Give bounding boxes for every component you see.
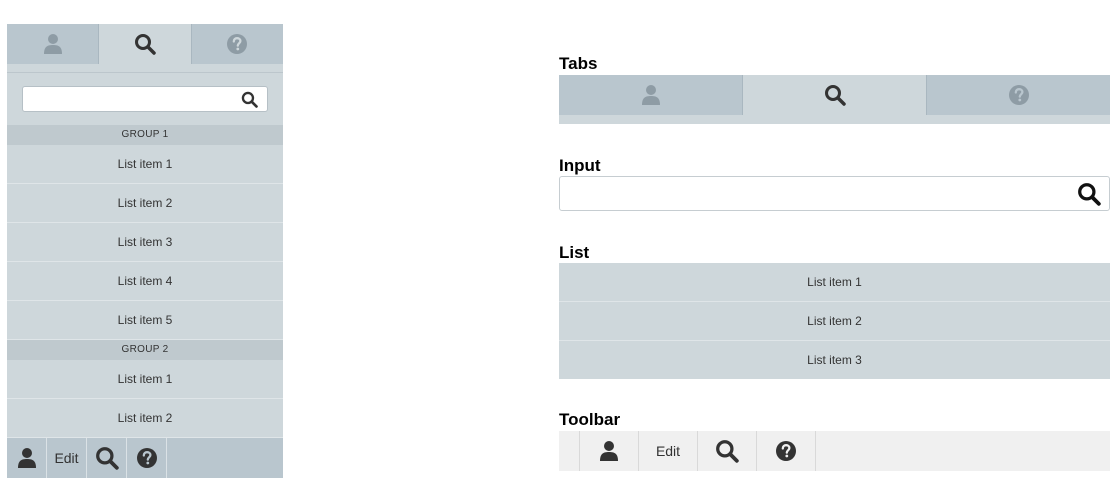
tabs-demo bbox=[559, 75, 1110, 124]
list-demo: List item 1 List item 2 List item 3 bbox=[559, 263, 1110, 379]
tab-user[interactable] bbox=[7, 24, 100, 64]
help-icon bbox=[136, 447, 158, 469]
tab-underline bbox=[7, 64, 283, 73]
input-demo bbox=[559, 176, 1110, 211]
group-header: GROUP 1 bbox=[7, 125, 283, 145]
toolbar-spacer bbox=[559, 431, 580, 471]
section-title-toolbar: Toolbar bbox=[559, 410, 621, 429]
list-item[interactable]: List item 1 bbox=[7, 360, 283, 399]
search-input[interactable] bbox=[23, 87, 267, 111]
search-icon bbox=[824, 84, 846, 106]
search-bar bbox=[7, 73, 283, 125]
user-icon bbox=[43, 33, 63, 55]
toolbar-edit-button[interactable]: Edit bbox=[47, 438, 87, 478]
search-icon[interactable] bbox=[1077, 182, 1101, 206]
toolbar-help-button[interactable] bbox=[127, 438, 167, 478]
demo-panel: GROUP 1 List item 1 List item 2 List ite… bbox=[7, 24, 283, 478]
user-icon bbox=[641, 84, 661, 106]
list-item[interactable]: List item 5 bbox=[7, 301, 283, 340]
toolbar-search-button[interactable] bbox=[87, 438, 127, 478]
tab-help[interactable] bbox=[927, 75, 1110, 115]
search-box bbox=[22, 86, 268, 112]
toolbar-search-button[interactable] bbox=[698, 431, 757, 471]
list-item[interactable]: List item 1 bbox=[7, 145, 283, 184]
section-title-list: List bbox=[559, 243, 590, 262]
tab-search[interactable] bbox=[99, 24, 192, 64]
list-item[interactable]: List item 2 bbox=[7, 184, 283, 223]
user-icon bbox=[17, 447, 37, 469]
list-item[interactable]: List item 1 bbox=[559, 263, 1110, 302]
search-icon bbox=[715, 439, 739, 463]
list-item[interactable]: List item 2 bbox=[559, 302, 1110, 341]
group-header: GROUP 2 bbox=[7, 340, 283, 360]
list-item[interactable]: List item 4 bbox=[7, 262, 283, 301]
help-icon bbox=[1008, 84, 1030, 106]
list-item[interactable]: List item 3 bbox=[7, 223, 283, 262]
help-icon bbox=[775, 440, 797, 462]
section-title-input: Input bbox=[559, 156, 601, 175]
tab-user[interactable] bbox=[559, 75, 743, 115]
toolbar-edit-button[interactable]: Edit bbox=[639, 431, 698, 471]
search-icon bbox=[95, 446, 119, 470]
section-title-tabs: Tabs bbox=[559, 54, 598, 73]
list-item[interactable]: List item 2 bbox=[7, 399, 283, 438]
panel-tab-bar bbox=[7, 24, 283, 64]
search-input[interactable] bbox=[560, 177, 1109, 210]
list-item[interactable]: List item 3 bbox=[559, 341, 1110, 380]
panel-toolbar: Edit bbox=[7, 438, 283, 478]
panel-list: GROUP 1 List item 1 List item 2 List ite… bbox=[7, 125, 283, 438]
user-icon bbox=[599, 440, 619, 462]
toolbar-help-button[interactable] bbox=[757, 431, 816, 471]
tab-bar bbox=[559, 75, 1110, 115]
help-icon bbox=[226, 33, 248, 55]
toolbar-demo: Edit bbox=[559, 431, 1110, 471]
tab-help[interactable] bbox=[191, 24, 283, 64]
toolbar-user-button[interactable] bbox=[580, 431, 639, 471]
search-icon[interactable] bbox=[241, 91, 258, 108]
toolbar-user-button[interactable] bbox=[7, 438, 47, 478]
search-icon bbox=[134, 33, 156, 55]
tab-search[interactable] bbox=[743, 75, 927, 115]
